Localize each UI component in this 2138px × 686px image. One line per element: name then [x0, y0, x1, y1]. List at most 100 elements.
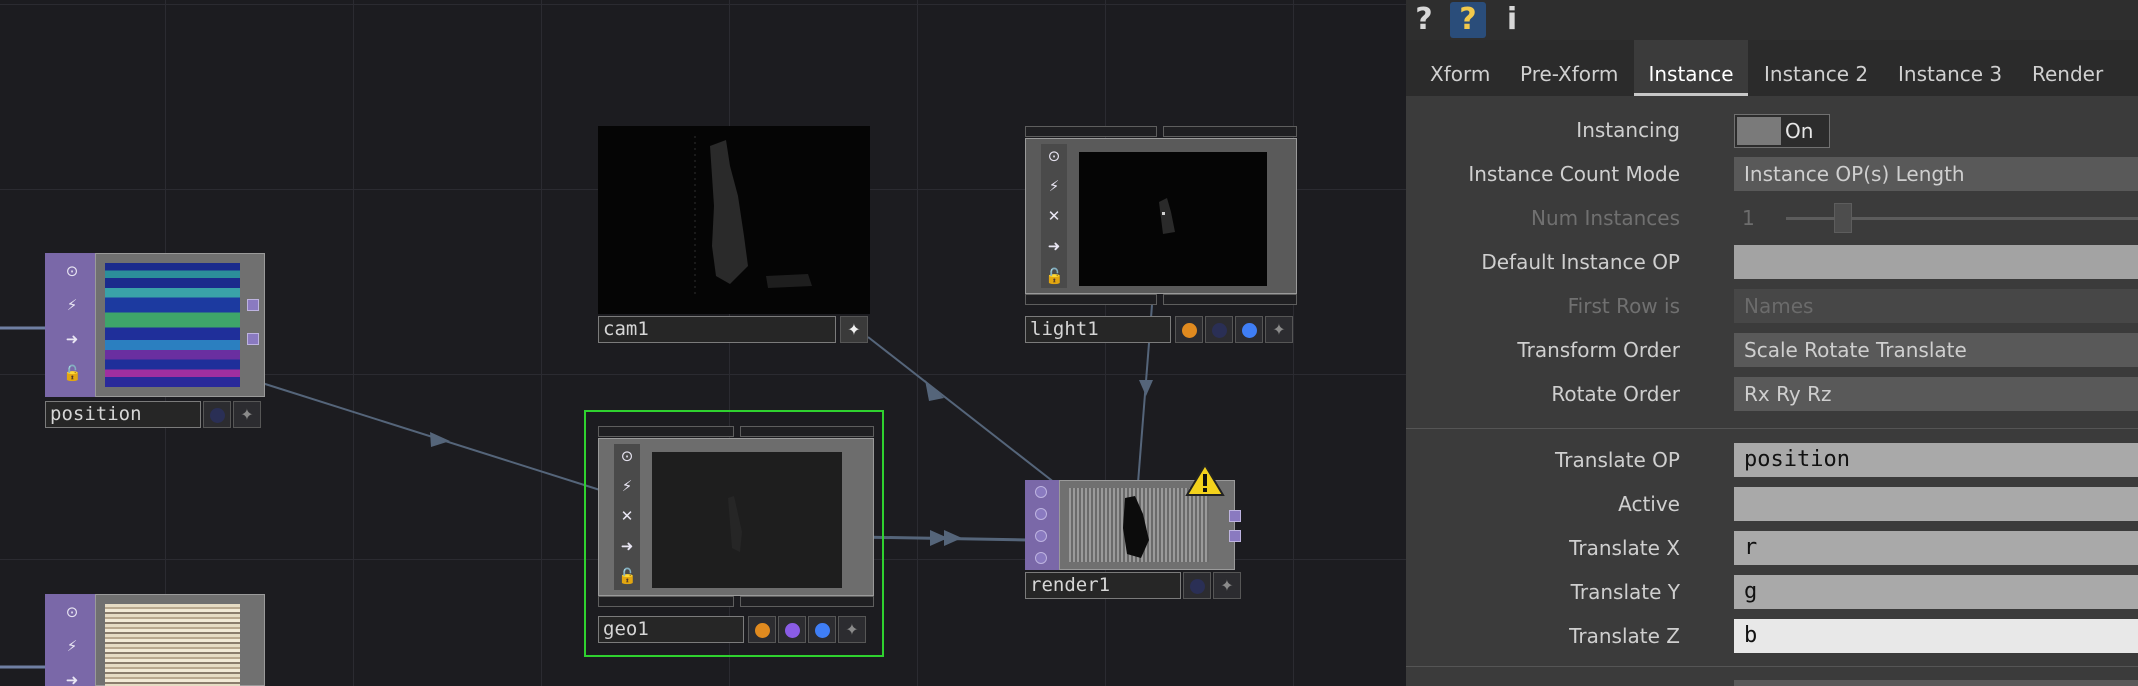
param-label: Transform Order — [1517, 338, 1680, 362]
star-icon: ✦ — [1220, 576, 1234, 595]
arrow-right-icon[interactable]: ➜ — [63, 670, 81, 686]
param-num-instances: Num Instances 1 — [1406, 196, 2138, 240]
param-label: Instancing — [1576, 118, 1680, 142]
parameter-tabs: Xform Pre-Xform Instance Instance 2 Inst… — [1406, 40, 2138, 96]
panel-toolbar: ? ? i — [1406, 0, 2138, 40]
display-flag-button[interactable] — [203, 401, 231, 428]
param-instance-count-mode: Instance Count Mode Instance OP(s) Lengt… — [1406, 152, 2138, 196]
param-label: Translate OP — [1555, 448, 1680, 472]
translate-z-field[interactable]: b — [1734, 619, 2138, 653]
wire-arrow-icon — [430, 432, 450, 447]
network-editor[interactable]: ⊙ ⚡ ➜ 🔓 position ✦ ⊙ ⚡ ➜ cam1 ✦ ⊙ ⚡ ✕ ➜ … — [0, 0, 1406, 686]
num-instances-slider-handle[interactable] — [1834, 203, 1852, 233]
tab-render[interactable]: Render — [2028, 40, 2107, 96]
arrow-right-icon[interactable]: ➜ — [618, 536, 636, 556]
node-light1[interactable]: ⊙ ⚡ ✕ ➜ 🔓 light1 ✦ — [1025, 126, 1297, 346]
input-port-icon[interactable] — [1035, 508, 1047, 520]
tab-pre-xform[interactable]: Pre-Xform — [1516, 40, 1622, 96]
pin-flag-button[interactable]: ✦ — [1265, 316, 1293, 343]
display-flag-button[interactable] — [1235, 316, 1263, 343]
pin-flag-button[interactable]: ✦ — [1213, 572, 1241, 599]
default-instance-op-field[interactable] — [1734, 245, 2138, 279]
input-port-icon[interactable] — [1035, 530, 1047, 542]
tab-instance-2[interactable]: Instance 2 — [1760, 40, 1872, 96]
display-flag-button[interactable] — [1183, 572, 1211, 599]
lock-icon[interactable]: 🔓 — [1045, 266, 1064, 286]
num-instances-value[interactable]: 1 — [1742, 196, 1755, 240]
param-label: Num Instances — [1531, 206, 1680, 230]
wire-cam1-render1 — [867, 336, 1056, 484]
translate-x-field[interactable]: r — [1734, 531, 2138, 565]
input-port-icon[interactable] — [1035, 552, 1047, 564]
param-transform-order: Transform Order Scale Rotate Translate — [1406, 328, 2138, 372]
section-divider — [1406, 666, 2138, 667]
output-port[interactable] — [1229, 510, 1241, 522]
info-icon[interactable]: i — [1494, 2, 1530, 38]
node-name-label[interactable]: cam1 — [598, 316, 836, 343]
node-geo1[interactable]: ⊙ ⚡ ✕ ➜ 🔓 geo1 ✦ — [584, 410, 884, 657]
tab-instance[interactable]: Instance — [1634, 40, 1748, 96]
node-tab — [1025, 126, 1157, 137]
bypass-icon[interactable]: ⚡ — [618, 476, 636, 496]
node-sidebar: ⊙ ⚡ ✕ ➜ 🔓 — [1041, 144, 1067, 288]
instance-count-mode-menu[interactable]: Instance OP(s) Length — [1734, 157, 2138, 191]
light1-preview-image — [1159, 198, 1175, 234]
star-icon: ✦ — [240, 405, 254, 424]
active-field[interactable] — [1734, 487, 2138, 521]
node-name-label[interactable]: render1 — [1025, 572, 1181, 599]
node-noise[interactable]: ⊙ ⚡ ➜ — [45, 594, 265, 686]
node-name-label[interactable]: position — [45, 401, 201, 428]
param-label: Instance Count Mode — [1468, 162, 1680, 186]
output-port[interactable] — [1229, 530, 1241, 542]
node-tab — [740, 426, 874, 437]
tab-xform[interactable]: Xform — [1426, 40, 1494, 96]
pick-flag-button[interactable] — [778, 616, 806, 643]
viewer-icon[interactable]: ⊙ — [63, 261, 81, 281]
pick-flag-button[interactable] — [1205, 316, 1233, 343]
instancing-toggle[interactable]: On — [1734, 114, 1830, 148]
display-flag-button[interactable] — [808, 616, 836, 643]
node-position[interactable]: ⊙ ⚡ ➜ 🔓 position ✦ — [45, 253, 265, 433]
param-label: Rotate Order — [1551, 382, 1680, 406]
pin-flag-button[interactable]: ✦ — [233, 401, 261, 428]
viewer-icon[interactable]: ⊙ — [63, 602, 81, 622]
transform-order-menu[interactable]: Scale Rotate Translate — [1734, 333, 2138, 367]
tab-instance-3[interactable]: Instance 3 — [1894, 40, 2006, 96]
arrow-right-icon[interactable]: ➜ — [1045, 236, 1063, 256]
next-param-field[interactable] — [1734, 680, 2138, 686]
parameter-panel: ? ? i Xform Pre-Xform Instance Instance … — [1406, 0, 2138, 686]
node-tab — [1163, 126, 1297, 137]
bypass-icon[interactable]: ⚡ — [63, 636, 81, 656]
node-cam1[interactable]: cam1 ✦ — [598, 126, 872, 346]
warning-icon[interactable] — [1185, 463, 1225, 497]
translate-op-field[interactable]: position — [1734, 443, 2138, 477]
pin-flag-button[interactable]: ✦ — [840, 316, 868, 343]
lock-icon[interactable]: 🔓 — [618, 566, 637, 586]
close-icon[interactable]: ✕ — [1045, 206, 1063, 226]
pin-flag-button[interactable]: ✦ — [838, 616, 866, 643]
close-icon[interactable]: ✕ — [618, 506, 636, 526]
first-row-is-menu[interactable]: Names — [1734, 289, 2138, 323]
help-icon[interactable]: ? — [1406, 2, 1442, 38]
render-flag-button[interactable] — [1175, 316, 1203, 343]
python-help-icon[interactable]: ? — [1450, 2, 1486, 38]
output-port[interactable] — [247, 299, 259, 311]
render-flag-button[interactable] — [748, 616, 776, 643]
param-translate-x: Translate X r — [1406, 526, 2138, 570]
translate-y-field[interactable]: g — [1734, 575, 2138, 609]
bypass-icon[interactable]: ⚡ — [1045, 176, 1063, 196]
viewer-icon[interactable]: ⊙ — [1045, 146, 1063, 166]
noise-viewer — [105, 604, 240, 686]
arrow-right-icon[interactable]: ➜ — [63, 329, 81, 349]
node-tab — [1163, 294, 1297, 305]
param-translate-op: Translate OP position — [1406, 438, 2138, 482]
viewer-icon[interactable]: ⊙ — [618, 446, 636, 466]
input-port-icon[interactable] — [1035, 486, 1047, 498]
node-name-label[interactable]: geo1 — [598, 616, 744, 643]
lock-icon[interactable]: 🔓 — [63, 363, 82, 383]
output-port[interactable] — [247, 333, 259, 345]
bypass-icon[interactable]: ⚡ — [63, 295, 81, 315]
rotate-order-menu[interactable]: Rx Ry Rz — [1734, 377, 2138, 411]
node-render1[interactable]: render1 ✦ — [1025, 480, 1245, 602]
node-name-label[interactable]: light1 — [1025, 316, 1171, 343]
